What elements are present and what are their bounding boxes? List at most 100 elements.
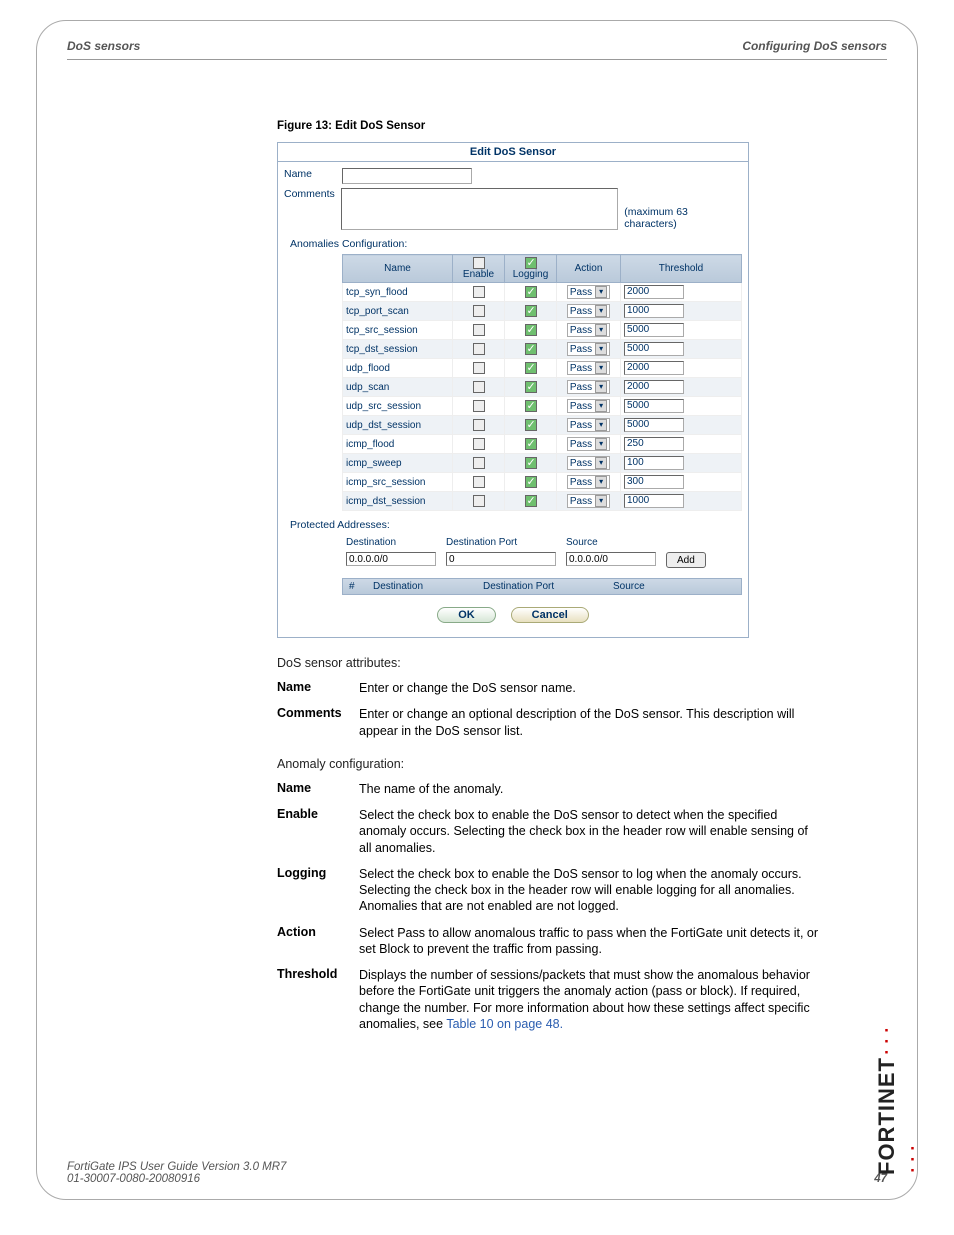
- threshold-input[interactable]: 5000: [624, 418, 684, 432]
- anomalies-table: Name Enable Logging Action Threshold tcp…: [342, 254, 742, 511]
- ok-button[interactable]: OK: [437, 607, 496, 623]
- figure-caption: Figure 13: Edit DoS Sensor: [277, 120, 887, 132]
- logging-checkbox[interactable]: [525, 457, 537, 469]
- logging-checkbox[interactable]: [525, 400, 537, 412]
- chevron-down-icon: ▾: [595, 419, 607, 431]
- action-select[interactable]: Pass▾: [567, 399, 610, 413]
- enable-checkbox[interactable]: [473, 343, 485, 355]
- attr-row: EnableSelect the check box to enable the…: [277, 807, 887, 856]
- anom-name: icmp_sweep: [343, 454, 453, 473]
- enable-checkbox[interactable]: [473, 419, 485, 431]
- source-input[interactable]: [566, 552, 656, 566]
- name-input[interactable]: [342, 168, 472, 184]
- threshold-input[interactable]: 1000: [624, 494, 684, 508]
- enable-all-checkbox[interactable]: [473, 257, 485, 269]
- chevron-down-icon: ▾: [595, 476, 607, 488]
- threshold-input[interactable]: 1000: [624, 304, 684, 318]
- anom-name: tcp_src_session: [343, 321, 453, 340]
- table-row: tcp_port_scanPass▾1000: [343, 302, 742, 321]
- logging-checkbox[interactable]: [525, 476, 537, 488]
- anom-intro: Anomaly configuration:: [277, 757, 887, 771]
- threshold-input[interactable]: 5000: [624, 399, 684, 413]
- table-row: icmp_dst_sessionPass▾1000: [343, 492, 742, 511]
- table-row: udp_src_session Pass▾ 5000: [343, 397, 742, 416]
- attr-label: Threshold: [277, 967, 359, 981]
- table-row: icmp_src_session Pass▾ 300: [343, 473, 742, 492]
- threshold-input[interactable]: 2000: [624, 285, 684, 299]
- enable-checkbox[interactable]: [473, 324, 485, 336]
- threshold-input[interactable]: 2000: [624, 380, 684, 394]
- action-select[interactable]: Pass▾: [567, 342, 610, 356]
- enable-checkbox[interactable]: [473, 362, 485, 374]
- comments-input[interactable]: [341, 188, 618, 230]
- logging-checkbox[interactable]: [525, 343, 537, 355]
- logging-checkbox[interactable]: [525, 324, 537, 336]
- enable-checkbox[interactable]: [473, 286, 485, 298]
- logging-checkbox[interactable]: [525, 438, 537, 450]
- header-right: Configuring DoS sensors: [742, 39, 887, 53]
- threshold-input[interactable]: 100: [624, 456, 684, 470]
- action-select[interactable]: Pass▾: [567, 361, 610, 375]
- table-row: tcp_dst_session Pass▾ 5000: [343, 340, 742, 359]
- action-select[interactable]: Pass▾: [567, 475, 610, 489]
- logging-checkbox[interactable]: [525, 495, 537, 507]
- anom-name: tcp_dst_session: [343, 340, 453, 359]
- cancel-button[interactable]: Cancel: [511, 607, 589, 623]
- attr-row: CommentsEnter or change an optional desc…: [277, 706, 887, 739]
- enable-checkbox[interactable]: [473, 495, 485, 507]
- anom-name: udp_src_session: [343, 397, 453, 416]
- logging-checkbox[interactable]: [525, 286, 537, 298]
- attr-intro: DoS sensor attributes:: [277, 656, 887, 670]
- destport-input[interactable]: [446, 552, 556, 566]
- action-select[interactable]: Pass▾: [567, 437, 610, 451]
- add-button[interactable]: Add: [666, 552, 706, 568]
- attr-row: ThresholdDisplays the number of sessions…: [277, 967, 887, 1032]
- action-select[interactable]: Pass▾: [567, 323, 610, 337]
- fortinet-logo: FORTINET▪▪▪▪▪▪: [874, 1024, 926, 1175]
- enable-checkbox[interactable]: [473, 457, 485, 469]
- attr-label: Comments: [277, 706, 359, 720]
- chevron-down-icon: ▾: [595, 362, 607, 374]
- anom-name: icmp_flood: [343, 435, 453, 454]
- protected-section-label: Protected Addresses:: [290, 519, 742, 531]
- enable-checkbox[interactable]: [473, 438, 485, 450]
- action-select[interactable]: Pass▾: [567, 456, 610, 470]
- logging-checkbox[interactable]: [525, 419, 537, 431]
- logging-all-checkbox[interactable]: [525, 257, 537, 269]
- action-select[interactable]: Pass▾: [567, 494, 610, 508]
- action-select[interactable]: Pass▾: [567, 418, 610, 432]
- anom-name: udp_flood: [343, 359, 453, 378]
- logging-checkbox[interactable]: [525, 305, 537, 317]
- action-select[interactable]: Pass▾: [567, 304, 610, 318]
- threshold-input[interactable]: 250: [624, 437, 684, 451]
- enable-checkbox[interactable]: [473, 305, 485, 317]
- comments-label: Comments: [284, 188, 341, 200]
- attr-desc: Select the check box to enable the DoS s…: [359, 807, 819, 856]
- dest-input[interactable]: [346, 552, 436, 566]
- cross-ref-link[interactable]: Table 10 on page 48.: [446, 1017, 563, 1031]
- table-row: udp_scan Pass▾ 2000: [343, 378, 742, 397]
- col-logging[interactable]: Logging: [505, 255, 557, 283]
- logging-checkbox[interactable]: [525, 381, 537, 393]
- threshold-input[interactable]: 5000: [624, 342, 684, 356]
- chevron-down-icon: ▾: [595, 343, 607, 355]
- anom-name: udp_scan: [343, 378, 453, 397]
- threshold-input[interactable]: 2000: [624, 361, 684, 375]
- attr-desc: The name of the anomaly.: [359, 781, 819, 797]
- table-row: udp_dst_sessionPass▾5000: [343, 416, 742, 435]
- enable-checkbox[interactable]: [473, 476, 485, 488]
- action-select[interactable]: Pass▾: [567, 285, 610, 299]
- enable-checkbox[interactable]: [473, 381, 485, 393]
- chevron-down-icon: ▾: [595, 381, 607, 393]
- maxchars-hint: (maximum 63 characters): [624, 206, 742, 230]
- action-select[interactable]: Pass▾: [567, 380, 610, 394]
- threshold-input[interactable]: 300: [624, 475, 684, 489]
- protected-list-head: # Destination Destination Port Source: [342, 578, 742, 595]
- edit-dos-sensor-screenshot: Edit DoS Sensor Name Comments (maximum 6…: [277, 142, 749, 638]
- threshold-input[interactable]: 5000: [624, 323, 684, 337]
- enable-checkbox[interactable]: [473, 400, 485, 412]
- attr-desc: Select the check box to enable the DoS s…: [359, 866, 819, 915]
- anom-name: icmp_src_session: [343, 473, 453, 492]
- logging-checkbox[interactable]: [525, 362, 537, 374]
- col-enable[interactable]: Enable: [453, 255, 505, 283]
